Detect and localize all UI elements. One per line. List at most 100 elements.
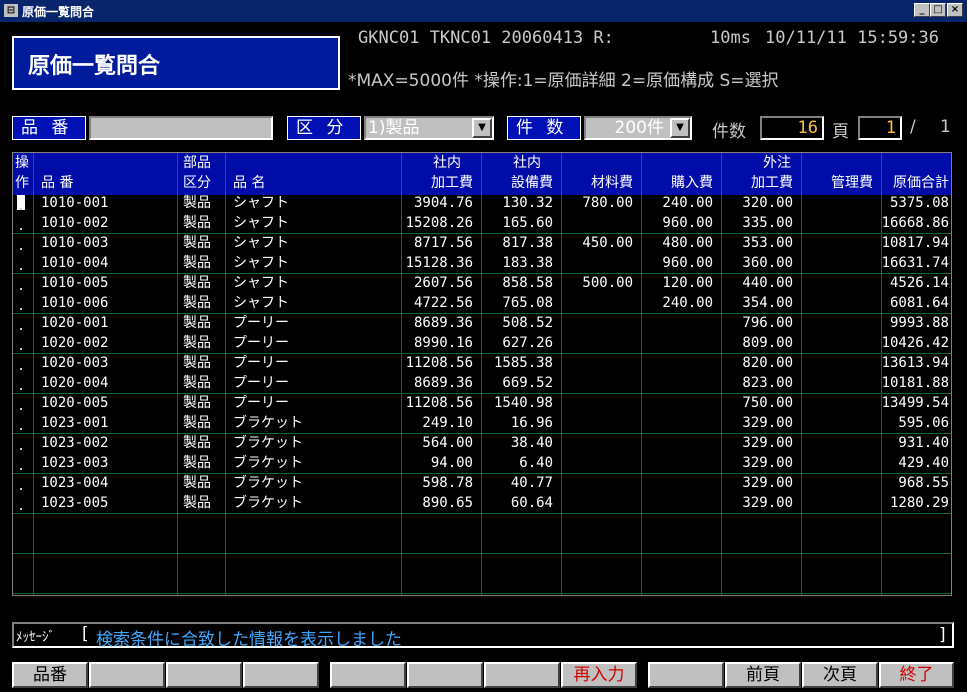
category-label: 区 分 xyxy=(287,116,361,140)
cell-material xyxy=(561,473,633,493)
function-key-4[interactable] xyxy=(243,662,319,688)
row-op-input[interactable] xyxy=(17,395,25,410)
cell-material xyxy=(561,353,633,373)
function-key-8[interactable]: 再入力 xyxy=(561,662,637,688)
function-key-6[interactable] xyxy=(407,662,483,688)
cell-total: 595.06 xyxy=(898,415,949,431)
page-label: 頁 xyxy=(832,122,849,142)
cell-outsource: 353.00 xyxy=(742,235,793,251)
response-time: 10ms xyxy=(710,28,751,48)
cell-part_no: 1020-001 xyxy=(41,315,109,331)
row-op-input[interactable] xyxy=(17,415,25,430)
minimize-button[interactable]: _ xyxy=(914,3,930,17)
cell-outsource: 823.00 xyxy=(742,375,793,391)
cell-material xyxy=(561,373,633,393)
cell-purchase xyxy=(641,453,713,473)
cell-total: 968.55 xyxy=(898,475,949,491)
function-key-11[interactable]: 次頁 xyxy=(802,662,878,688)
screen-title: 原価一覧問合 xyxy=(12,36,340,90)
cell-purchase: 960.00 xyxy=(662,215,713,231)
chevron-down-icon[interactable]: ▼ xyxy=(472,118,492,138)
page-input[interactable]: 1 xyxy=(858,116,902,140)
row-op-input[interactable] xyxy=(17,335,25,350)
cell-material: 780.00 xyxy=(582,195,633,211)
row-op-input[interactable] xyxy=(17,315,25,330)
row-op-input[interactable] xyxy=(17,235,25,250)
page-separator: / xyxy=(910,117,916,137)
cell-part_no: 1023-005 xyxy=(41,495,109,511)
cell-outsource: 750.00 xyxy=(742,395,793,411)
cell-part_no: 1023-003 xyxy=(41,455,109,471)
cell-part_no: 1010-003 xyxy=(41,235,109,251)
cell-name: ブラケット xyxy=(233,415,303,431)
function-key-9[interactable] xyxy=(648,662,724,688)
row-op-input[interactable] xyxy=(17,455,25,470)
cell-part_no: 1023-001 xyxy=(41,415,109,431)
cell-material xyxy=(561,453,633,473)
cell-name: ブラケット xyxy=(233,455,303,471)
cell-total: 429.40 xyxy=(898,455,949,471)
function-key-12[interactable]: 終了 xyxy=(879,662,954,688)
category-select[interactable]: 1)製品 ▼ xyxy=(364,116,494,140)
cell-equip: 858.58 xyxy=(502,275,553,291)
function-key-3[interactable] xyxy=(166,662,242,688)
cell-category: 製品 xyxy=(183,235,211,251)
message-text: 検索条件に合致した情報を表示しました xyxy=(96,630,402,650)
cell-proc: 15128.36 xyxy=(405,255,473,271)
row-op-input[interactable] xyxy=(17,295,25,310)
cell-purchase xyxy=(641,353,713,373)
cell-outsource: 329.00 xyxy=(742,415,793,431)
cell-proc: 11208.56 xyxy=(405,395,473,411)
row-op-input[interactable] xyxy=(17,215,25,230)
cell-category: 製品 xyxy=(183,395,211,411)
function-key-5[interactable] xyxy=(330,662,406,688)
cell-proc: 4722.56 xyxy=(413,295,473,311)
row-op-input[interactable] xyxy=(17,275,25,290)
cell-category: 製品 xyxy=(183,255,211,271)
close-button[interactable]: × xyxy=(947,3,963,17)
cell-name: シャフト xyxy=(233,195,289,211)
row-op-input[interactable] xyxy=(17,475,25,490)
col-category: 部品 区分 xyxy=(183,155,211,191)
function-key-7[interactable] xyxy=(484,662,560,688)
cell-name: ブラケット xyxy=(233,435,303,451)
row-op-input[interactable] xyxy=(17,355,25,370)
cell-outsource: 329.00 xyxy=(742,475,793,491)
cell-purchase: 480.00 xyxy=(662,235,713,251)
operation-hint: *MAX=5000件 *操作:1=原価詳細 2=原価構成 S=選択 xyxy=(348,71,779,91)
cell-material xyxy=(561,493,633,513)
col-outsource: 外注 加工費 xyxy=(751,155,793,191)
maximize-button[interactable]: □ xyxy=(930,3,946,17)
function-key-1[interactable]: 品番 xyxy=(12,662,88,688)
cell-total: 9993.88 xyxy=(889,315,949,331)
row-op-input[interactable] xyxy=(17,255,25,270)
cell-proc: 94.00 xyxy=(430,455,473,471)
cell-mgmt xyxy=(801,393,873,413)
cell-name: シャフト xyxy=(233,235,289,251)
cell-total: 16668.86 xyxy=(881,215,949,231)
part-no-input[interactable] xyxy=(89,116,273,140)
cell-total: 6081.64 xyxy=(889,295,949,311)
window-title: 原価一覧問合 xyxy=(22,5,95,19)
cell-total: 4526.14 xyxy=(889,275,949,291)
cell-purchase xyxy=(641,493,713,513)
cell-category: 製品 xyxy=(183,495,211,511)
cell-equip: 508.52 xyxy=(502,315,553,331)
cell-mgmt xyxy=(801,413,873,433)
cell-part_no: 1010-001 xyxy=(41,195,109,211)
cell-outsource: 360.00 xyxy=(742,255,793,271)
row-op-input[interactable] xyxy=(17,195,25,210)
row-op-input[interactable] xyxy=(17,495,25,510)
row-op-input[interactable] xyxy=(17,375,25,390)
chevron-down-icon[interactable]: ▼ xyxy=(670,118,690,138)
cell-part_no: 1020-002 xyxy=(41,335,109,351)
function-key-10[interactable]: 前頁 xyxy=(725,662,801,688)
cell-part_no: 1023-004 xyxy=(41,475,109,491)
cell-equip: 40.77 xyxy=(510,475,553,491)
cell-mgmt xyxy=(801,313,873,333)
function-key-2[interactable] xyxy=(89,662,165,688)
cell-outsource: 335.00 xyxy=(742,215,793,231)
app-icon[interactable]: ⊟ xyxy=(4,4,18,17)
row-op-input[interactable] xyxy=(17,435,25,450)
count-select[interactable]: 200件 ▼ xyxy=(584,116,692,140)
